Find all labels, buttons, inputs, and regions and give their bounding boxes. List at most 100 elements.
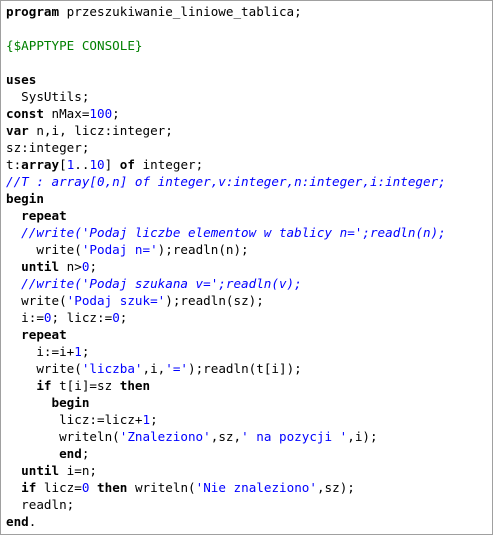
code-text: );readln(t[i]); — [188, 361, 302, 376]
code-line: end; — [6, 445, 446, 462]
keyword-token: uses — [6, 72, 37, 87]
code-text: ,sz, — [210, 429, 242, 444]
keyword-token: if — [21, 480, 37, 495]
code-text: i:=i+ — [6, 344, 75, 359]
code-line: if t[i]=sz then — [6, 377, 446, 394]
code-area[interactable]: program przeszukiwanie_liniowe_tablica; … — [6, 3, 446, 530]
code-line: i:=i+1; — [6, 343, 446, 360]
code-text: . — [28, 514, 37, 529]
code-line: sz:integer; — [6, 139, 446, 156]
code-text: przeszukiwanie_liniowe_tablica; — [59, 4, 302, 19]
code-line: readln; — [6, 496, 446, 513]
number-token: 10 — [89, 157, 105, 172]
code-line: //write('Podaj szukana v=';readln(v); — [6, 275, 446, 292]
keyword-token: end — [59, 446, 82, 461]
code-line: begin — [6, 394, 446, 411]
keyword-token: end — [6, 514, 29, 529]
code-text: readln; — [6, 497, 75, 512]
code-text: );readln(sz); — [165, 293, 264, 308]
code-text: SysUtils; — [6, 89, 90, 104]
code-text: ; — [150, 412, 158, 427]
code-text: write( — [6, 242, 82, 257]
code-line: i:=0; licz:=0; — [6, 309, 446, 326]
code-text: integer; — [134, 157, 204, 172]
code-text: [ — [59, 157, 67, 172]
code-text: n,i, licz:integer; — [28, 123, 173, 138]
keyword-token: then — [119, 378, 151, 393]
code-text: );readln(n); — [157, 242, 249, 257]
code-text: i=n; — [59, 463, 98, 478]
code-line: //write('Podaj liczbe elementow w tablic… — [6, 224, 446, 241]
code-text: write( — [6, 361, 82, 376]
code-text: write( — [6, 293, 67, 308]
keyword-token: const — [6, 106, 44, 121]
code-line: end. — [6, 513, 446, 530]
code-line: write('Podaj szuk=');readln(sz); — [6, 292, 446, 309]
comment-token: //write('Podaj szukana v=';readln(v); — [21, 276, 302, 291]
keyword-token: begin — [51, 395, 90, 410]
code-text: ,sz); — [316, 480, 355, 495]
directive-token: {$APPTYPE CONSOLE} — [6, 38, 143, 53]
code-text: ,i, — [142, 361, 166, 376]
code-line: //T : array[0,n] of integer,v:integer,n:… — [6, 173, 446, 190]
code-text: ; — [81, 446, 90, 461]
code-line: begin — [6, 190, 446, 207]
code-line: program przeszukiwanie_liniowe_tablica; — [6, 3, 446, 20]
string-token: '=' — [165, 361, 188, 376]
number-token: 1 — [142, 412, 151, 427]
code-line: var n,i, licz:integer; — [6, 122, 446, 139]
code-text: i:= — [6, 310, 44, 325]
comment-token: //write('Podaj liczbe elementow w tablic… — [21, 225, 446, 240]
string-token: 'Podaj n=' — [81, 242, 158, 257]
keyword-token: repeat — [21, 327, 67, 342]
code-text: t[i]=sz — [51, 378, 120, 393]
code-text: ; — [89, 259, 98, 274]
code-editor[interactable]: program przeszukiwanie_liniowe_tablica; … — [0, 0, 493, 535]
keyword-token: array — [21, 157, 60, 172]
string-token: 'Znaleziono' — [119, 429, 211, 444]
string-token: 'Podaj szuk=' — [66, 293, 166, 308]
code-line: uses — [6, 71, 446, 88]
code-text: ; — [119, 310, 128, 325]
code-line: until n>0; — [6, 258, 446, 275]
comment-token: //T : array[0,n] of integer,v:integer,n:… — [6, 174, 446, 189]
keyword-token: then — [97, 480, 128, 495]
code-line: {$APPTYPE CONSOLE} — [6, 37, 446, 54]
code-text: n> — [59, 259, 82, 274]
number-token: 100 — [89, 106, 113, 121]
number-token: 0 — [43, 310, 52, 325]
keyword-token: repeat — [21, 208, 67, 223]
string-token: 'Nie znaleziono' — [195, 480, 317, 495]
code-text: ; — [81, 344, 90, 359]
code-line: write('liczba',i,'=');readln(t[i]); — [6, 360, 446, 377]
code-text: ; — [112, 106, 120, 121]
code-text: writeln( — [6, 429, 120, 444]
code-text: .. — [74, 157, 90, 172]
keyword-token: program — [6, 4, 60, 19]
code-text: nMax= — [43, 106, 90, 121]
code-text: licz:=licz+ — [6, 412, 143, 427]
code-line: until i=n; — [6, 462, 446, 479]
code-text: t: — [6, 157, 22, 172]
code-line: write('Podaj n=');readln(n); — [6, 241, 446, 258]
code-text: ,i); — [347, 429, 378, 444]
keyword-token: var — [6, 123, 29, 138]
keyword-token: begin — [6, 191, 44, 206]
code-text: writeln( — [127, 480, 196, 495]
string-token: 'liczba' — [81, 361, 143, 376]
code-line: if licz=0 then writeln('Nie znaleziono',… — [6, 479, 446, 496]
keyword-token: if — [36, 378, 52, 393]
number-token: 0 — [112, 310, 120, 325]
code-line: t:array[1..10] of integer; — [6, 156, 446, 173]
code-line: const nMax=100; — [6, 105, 446, 122]
